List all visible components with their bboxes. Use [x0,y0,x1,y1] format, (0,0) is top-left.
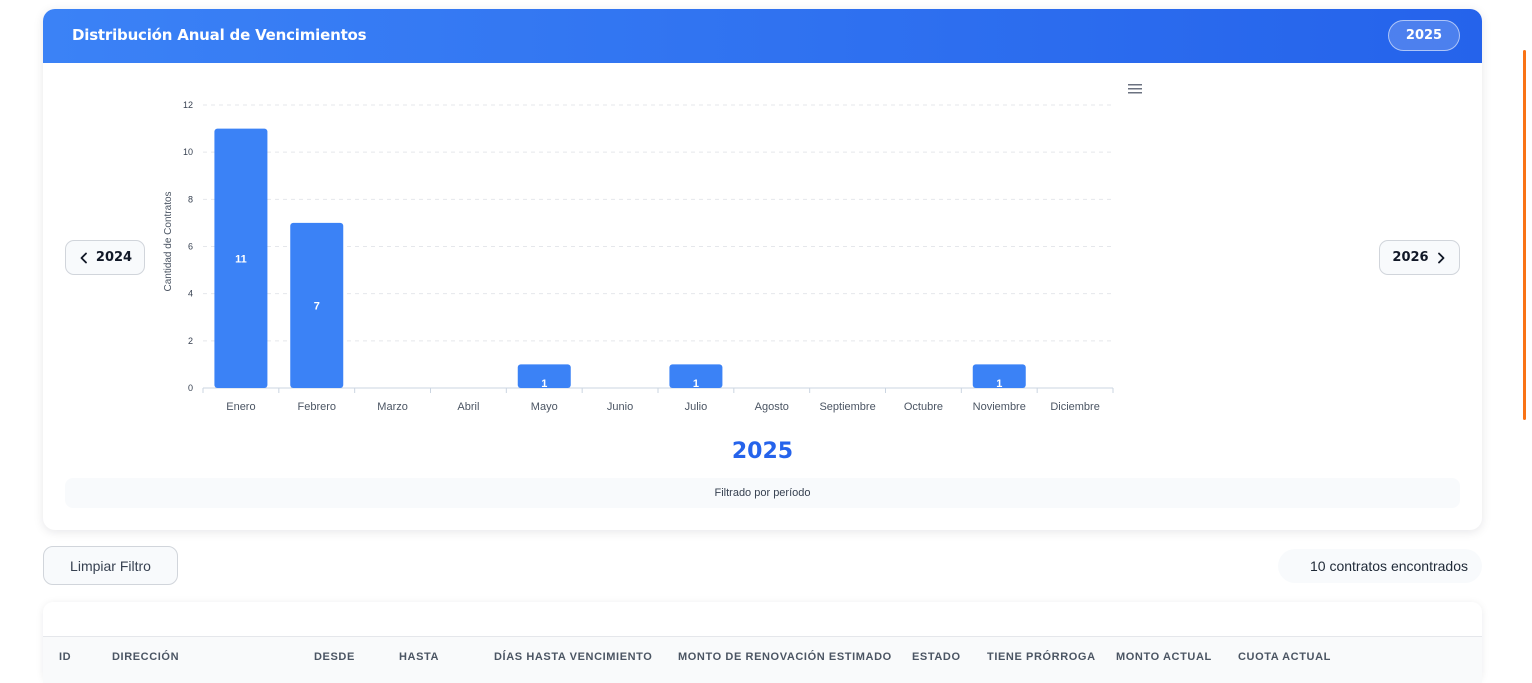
column-header[interactable]: TIENE PRÓRROGA [987,651,1096,663]
scrollbar-accent[interactable] [1523,50,1526,420]
y-tick-label: 6 [188,242,193,252]
x-tick-label: Enero [226,401,255,413]
prev-year-button[interactable]: 2024 [65,240,145,275]
x-tick-label: Agosto [755,401,789,413]
x-tick-label: Abril [457,401,479,413]
filter-note: Filtrado por período [65,478,1460,508]
y-tick-label: 12 [183,100,193,110]
y-axis-title: Cantidad de Contratos [163,191,174,291]
bar-data-label: 7 [314,300,320,312]
bar-data-label: 1 [541,378,547,390]
chart-year-label: 2025 [731,439,794,464]
column-header[interactable]: DESDE [314,651,355,663]
y-tick-label: 4 [188,289,193,299]
y-tick-label: 8 [188,194,193,204]
x-tick-label: Julio [685,401,708,413]
annual-distribution-card: Distribución Anual de Vencimientos 2025 … [43,9,1482,530]
column-header[interactable]: ESTADO [912,651,961,663]
x-tick-label: Diciembre [1050,401,1100,413]
x-tick-label: Septiembre [819,401,875,413]
bar-data-label: 11 [235,253,247,265]
prev-year-label: 2024 [95,250,133,265]
x-tick-label: Febrero [297,401,336,413]
chevron-right-icon [1437,252,1444,263]
column-header[interactable]: DÍAS HASTA VENCIMIENTO [494,651,652,663]
column-header[interactable]: ID [59,651,71,663]
card-title: Distribución Anual de Vencimientos [72,26,367,44]
chevron-left-icon [80,252,87,263]
y-tick-label: 10 [183,147,193,157]
clear-filter-button[interactable]: Limpiar Filtro [43,546,178,585]
column-header[interactable]: HASTA [399,651,439,663]
contracts-table: ID DIRECCIÓN DESDE HASTA DÍAS HASTA VENCIMIE… [43,602,1482,683]
x-tick-label: Junio [607,401,633,413]
bar-data-label: 1 [693,378,699,390]
bar-chart: 02468101211Enero7Febrero Marzo Abril1Mayo J… [163,100,1114,413]
column-header[interactable]: MONTO ACTUAL [1116,651,1212,663]
x-tick-label: Octubre [904,401,943,413]
column-header[interactable]: DIRECCIÓN [112,651,179,663]
column-header[interactable]: MONTO DE RENOVACIÓN ESTIMADO [678,651,892,663]
bar-data-label: 1 [996,378,1002,390]
card-header: Distribución Anual de Vencimientos 2025 [43,9,1482,63]
column-header[interactable]: CUOTA ACTUAL [1238,651,1331,663]
y-tick-label: 0 [188,383,193,393]
year-badge: 2025 [1388,20,1460,51]
x-tick-label: Marzo [377,401,408,413]
x-tick-label: Mayo [531,401,558,413]
next-year-label: 2026 [1392,250,1429,265]
next-year-button[interactable]: 2026 [1379,240,1460,275]
x-tick-label: Noviembre [973,401,1026,413]
results-count-badge: 10 contratos encontrados [1278,549,1482,583]
y-tick-label: 2 [188,336,193,346]
